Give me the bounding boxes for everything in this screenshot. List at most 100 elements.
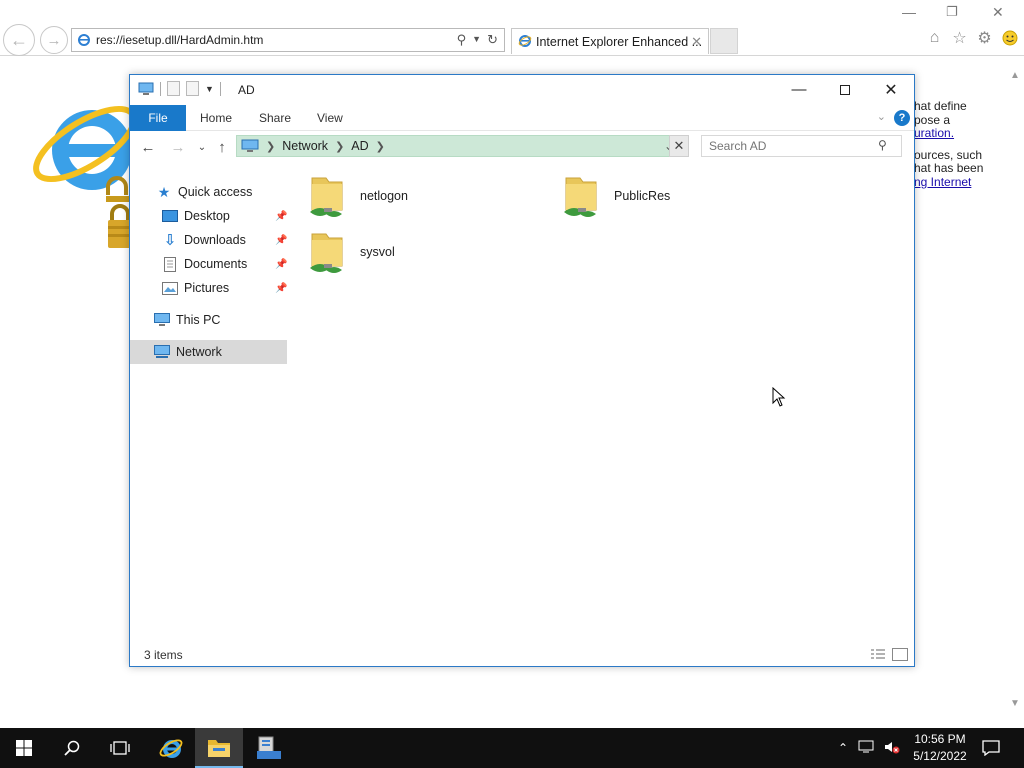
breadcrumb-chevron-icon[interactable]: ❯ — [266, 140, 275, 153]
back-button[interactable]: ← — [138, 137, 158, 157]
breadcrumb-chevron-icon[interactable]: ❯ — [376, 140, 385, 153]
recent-locations-icon[interactable]: ⌄ — [192, 137, 212, 157]
folder-item-netlogon[interactable]: netlogon — [308, 170, 408, 222]
maximize-icon — [840, 84, 850, 95]
computer-icon — [138, 82, 154, 95]
folder-item-sysvol[interactable]: sysvol — [308, 226, 395, 278]
forward-button[interactable]: → — [168, 137, 188, 157]
clock[interactable]: 10:56 PM 5/12/2022 — [905, 731, 975, 765]
ie-page-text: hat define pose a uration. ources, such … — [914, 100, 1014, 189]
scroll-up-icon[interactable]: ▲ — [1010, 70, 1020, 81]
internet-explorer-icon — [159, 739, 183, 758]
details-view-icon[interactable] — [870, 648, 886, 661]
nav-network[interactable]: Network — [130, 340, 287, 364]
dropdown-icon[interactable]: ▼ — [472, 34, 481, 48]
nav-this-pc[interactable]: This PC — [154, 308, 220, 332]
taskbar-internet-explorer[interactable] — [147, 728, 195, 768]
home-icon[interactable]: ⌂ — [925, 28, 944, 47]
smiley-feedback-icon[interactable] — [1000, 28, 1019, 47]
restore-icon[interactable]: ❐ — [946, 4, 958, 20]
document-icon — [162, 256, 178, 272]
network-icon — [154, 344, 170, 360]
search-input[interactable] — [701, 135, 902, 157]
search-button[interactable] — [48, 728, 96, 768]
help-icon[interactable]: ? — [894, 110, 910, 126]
minimize-icon[interactable]: — — [902, 4, 916, 20]
taskbar: ⌃ 10:56 PM 5/12/2022 — [0, 728, 1024, 768]
scroll-down-icon[interactable]: ▼ — [1010, 698, 1020, 709]
item-name: netlogon — [360, 189, 408, 203]
browser-tab[interactable]: Internet Explorer Enhanced ... ✕ — [511, 28, 709, 54]
explorer-minimize-button[interactable]: — — [776, 75, 822, 104]
page-text-line: hat has been — [914, 161, 984, 175]
pin-icon[interactable]: 📌 — [275, 283, 287, 294]
ie-toolbar: ← → res://iesetup.dll/HardAdmin.htm ⚲ ▼ … — [0, 0, 1024, 56]
refresh-icon[interactable]: ↻ — [487, 32, 498, 48]
nav-desktop[interactable]: Desktop — [162, 204, 286, 228]
download-arrow-icon: ⇩ — [163, 232, 177, 249]
tab-share[interactable]: Share — [245, 105, 305, 131]
tab-title: Internet Explorer Enhanced ... — [536, 34, 703, 49]
action-center-button[interactable] — [968, 728, 1014, 768]
clear-address-icon[interactable]: ✕ — [669, 135, 689, 157]
close-tab-icon[interactable]: ✕ — [691, 34, 702, 50]
network-status-icon[interactable] — [858, 740, 874, 757]
navigation-bar: ← → ⌄ ↑ ❯ Network ❯ AD ❯ ⌄ ✕ ⚲ — [130, 132, 914, 162]
volume-muted-icon[interactable] — [884, 740, 900, 757]
breadcrumb-ad[interactable]: AD — [351, 139, 368, 153]
ie-page-icon — [78, 34, 90, 46]
breadcrumb[interactable]: ❯ Network ❯ AD ❯ — [236, 135, 688, 157]
shared-folder-icon — [308, 174, 348, 218]
new-folder-icon[interactable] — [186, 81, 199, 96]
task-view-button[interactable] — [96, 728, 144, 768]
breadcrumb-chevron-icon[interactable]: ❯ — [335, 140, 344, 153]
address-text: res://iesetup.dll/HardAdmin.htm — [96, 33, 264, 47]
favorites-star-icon[interactable]: ☆ — [950, 28, 969, 47]
explorer-title-bar[interactable]: ▼ AD — ✕ — [130, 75, 914, 105]
shared-folder-icon — [562, 174, 602, 218]
back-button[interactable]: ← — [3, 24, 35, 56]
properties-icon[interactable] — [167, 81, 180, 96]
nav-quick-access[interactable]: ★ Quick access — [156, 180, 253, 204]
tab-file[interactable]: File — [130, 105, 186, 131]
item-count: 3 items — [144, 648, 183, 662]
forward-button[interactable]: → — [40, 26, 68, 54]
tab-home[interactable]: Home — [186, 105, 246, 131]
nav-documents[interactable]: Documents — [162, 252, 247, 276]
address-bar[interactable]: res://iesetup.dll/HardAdmin.htm ⚲ ▼ ↻ — [71, 28, 505, 52]
clock-date: 5/12/2022 — [913, 749, 967, 763]
new-tab-button[interactable] — [710, 28, 738, 54]
folder-item-publicres[interactable]: PublicRes — [562, 170, 670, 222]
pin-icon[interactable]: 📌 — [275, 211, 287, 222]
customize-qat-icon[interactable]: ▼ — [205, 84, 214, 94]
mouse-cursor-icon — [772, 387, 786, 407]
tab-view[interactable]: View — [303, 105, 357, 131]
navigation-pane: ★ Quick access Desktop 📌 ⇩ Downloads 📌 D… — [130, 175, 287, 645]
star-icon: ★ — [157, 183, 171, 200]
nav-downloads[interactable]: ⇩ Downloads — [162, 228, 246, 252]
managing-ie-link[interactable]: ng Internet — [914, 175, 971, 189]
pin-icon[interactable]: 📌 — [275, 259, 287, 270]
start-button[interactable] — [0, 728, 48, 768]
up-button[interactable]: ↑ — [212, 137, 232, 157]
configuration-link[interactable]: uration. — [914, 126, 954, 140]
item-name: PublicRes — [614, 189, 671, 203]
large-icons-view-icon[interactable] — [892, 648, 908, 661]
nav-pictures[interactable]: Pictures — [162, 276, 229, 300]
file-list: netlogon PublicRes sysvol — [300, 170, 900, 630]
taskbar-file-explorer[interactable] — [195, 728, 243, 768]
pin-icon[interactable]: 📌 — [275, 235, 287, 246]
close-icon[interactable]: ✕ — [992, 4, 1004, 21]
search-icon[interactable]: ⚲ — [457, 32, 467, 48]
explorer-maximize-button[interactable] — [822, 75, 868, 104]
page-scrollbar[interactable]: ▲ ▼ — [1007, 64, 1024, 714]
item-name: sysvol — [360, 245, 395, 259]
taskbar-server-manager[interactable] — [245, 728, 293, 768]
expand-ribbon-icon[interactable]: ⌄ — [877, 110, 886, 123]
show-hidden-icons-icon[interactable]: ⌃ — [838, 741, 848, 755]
page-text-line: hat define — [914, 100, 967, 113]
settings-gear-icon[interactable]: ⚙ — [975, 28, 994, 47]
breadcrumb-network[interactable]: Network — [282, 139, 328, 153]
explorer-close-button[interactable]: ✕ — [868, 75, 914, 104]
status-bar: 3 items — [130, 646, 914, 666]
